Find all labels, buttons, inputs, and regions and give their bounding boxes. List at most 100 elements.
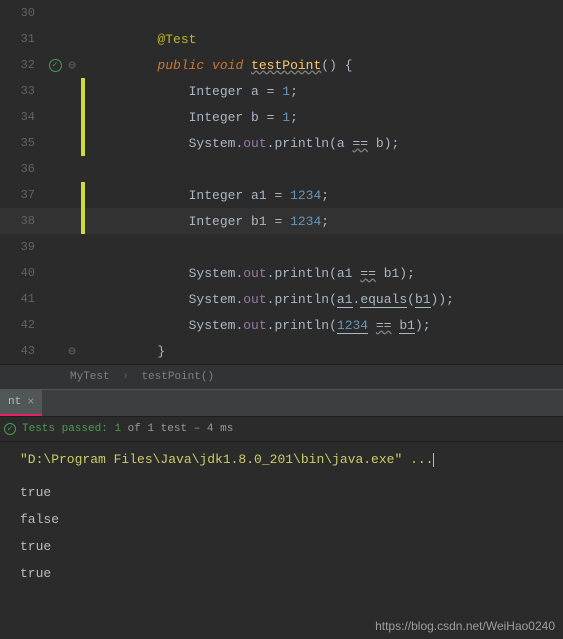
token: Integer [189,84,251,99]
code-line[interactable]: 41 System.out.println(a1.equals(b1)); [0,286,563,312]
code-line[interactable]: 43 ⊖ } [0,338,563,364]
token: a [251,84,267,99]
code-line[interactable]: 34 Integer b = 1; [0,104,563,130]
code-line[interactable]: 31 @Test [0,26,563,52]
change-marker [81,78,85,104]
code-content[interactable] [87,240,189,255]
token: out [243,266,266,281]
line-number[interactable]: 35 [0,136,45,150]
code-line[interactable]: 35 System.out.println(a == b); [0,130,563,156]
token: b1 [415,292,431,308]
code-line[interactable]: 33 Integer a = 1; [0,78,563,104]
line-number[interactable]: 39 [0,240,45,254]
run-tabbar: nt × [0,389,563,416]
token: println [274,266,329,281]
line-number[interactable]: 40 [0,266,45,280]
gutter-run-icon[interactable]: ✓ [45,59,65,72]
breadcrumb[interactable]: MyTest › testPoint() [0,364,563,389]
tests-time: – 4 ms [194,423,234,435]
token: System [189,266,236,281]
tests-of: of 1 test [128,423,187,435]
test-run-icon[interactable]: ✓ [49,59,62,72]
token: println [274,318,329,333]
line-number[interactable]: 41 [0,292,45,306]
token: 1234 [290,214,321,229]
code-content[interactable]: @Test [87,32,196,47]
tab-label: nt [8,396,21,408]
code-content[interactable] [87,6,157,21]
breadcrumb-method[interactable]: testPoint() [141,371,214,383]
token: out [243,136,266,151]
line-number[interactable]: 38 [0,214,45,228]
token: testPoint [251,58,321,73]
token: System [189,318,236,333]
token: b1 [251,214,274,229]
code-content[interactable]: Integer a1 = 1234; [87,188,329,203]
line-number[interactable]: 32 [0,58,45,72]
token: void [212,58,243,73]
token: Integer [189,188,251,203]
token: ); [438,292,454,307]
breadcrumb-class[interactable]: MyTest [70,371,110,383]
line-number[interactable]: 33 [0,84,45,98]
code-content[interactable]: Integer b = 1; [87,110,298,125]
code-content[interactable]: System.out.println(a1 == b1); [87,266,415,281]
token: b1 [399,318,415,334]
change-marker [81,26,85,52]
line-number[interactable]: 43 [0,344,45,358]
token [368,318,376,333]
watermark: https://blog.csdn.net/WeiHao0240 [375,619,555,633]
console-line: true [20,566,555,581]
code-line[interactable]: 42 System.out.println(1234 == b1); [0,312,563,338]
code-content[interactable]: System.out.println(a1.equals(b1)); [87,292,454,307]
token: 1234 [337,318,368,334]
code-line[interactable]: 37 Integer a1 = 1234; [0,182,563,208]
line-number[interactable]: 37 [0,188,45,202]
code-editor[interactable]: 30 31 @Test32✓⊖ public void testPoint() … [0,0,563,364]
change-marker [81,0,85,26]
fold-icon[interactable]: ⊖ [65,58,79,73]
code-content[interactable] [87,162,189,177]
line-number[interactable]: 31 [0,32,45,46]
console-line: false [20,512,555,527]
token: ( [407,292,415,307]
code-content[interactable]: public void testPoint() { [87,58,353,73]
code-line[interactable]: 38 Integer b1 = 1234; [0,208,563,234]
token: System [189,292,236,307]
code-content[interactable]: Integer a = 1; [87,84,298,99]
token [243,58,251,73]
console-output[interactable]: "D:\Program Files\Java\jdk1.8.0_201\bin\… [0,441,563,603]
token: b); [368,136,399,151]
token: == [376,318,392,333]
code-content[interactable]: Integer b1 = 1234; [87,214,329,229]
token: ( [329,292,337,307]
run-tab[interactable]: nt × [0,390,42,416]
token: a1 [337,292,353,308]
code-line[interactable]: 39 [0,234,563,260]
token: = [274,188,290,203]
line-number[interactable]: 36 [0,162,45,176]
token: 1 [282,110,290,125]
token: () { [321,58,352,73]
code-content[interactable]: System.out.println(1234 == b1); [87,318,431,333]
token: out [243,318,266,333]
line-number[interactable]: 34 [0,110,45,124]
line-number[interactable]: 42 [0,318,45,332]
change-marker [81,312,85,338]
code-content[interactable]: System.out.println(a == b); [87,136,399,151]
change-marker [81,52,85,78]
token: out [243,292,266,307]
code-line[interactable]: 36 [0,156,563,182]
token: 1 [282,84,290,99]
line-number[interactable]: 30 [0,6,45,20]
token: b [251,110,267,125]
change-marker [81,156,85,182]
check-icon: ✓ [4,423,16,435]
code-content[interactable]: } [87,344,165,359]
code-line[interactable]: 40 System.out.println(a1 == b1); [0,260,563,286]
token: (a1 [329,266,360,281]
code-line[interactable]: 32 ✓⊖ public void testPoint() { [0,52,563,78]
fold-icon[interactable]: ⊖ [65,344,79,359]
close-icon[interactable]: × [27,395,34,409]
code-line[interactable]: 30 [0,0,563,26]
